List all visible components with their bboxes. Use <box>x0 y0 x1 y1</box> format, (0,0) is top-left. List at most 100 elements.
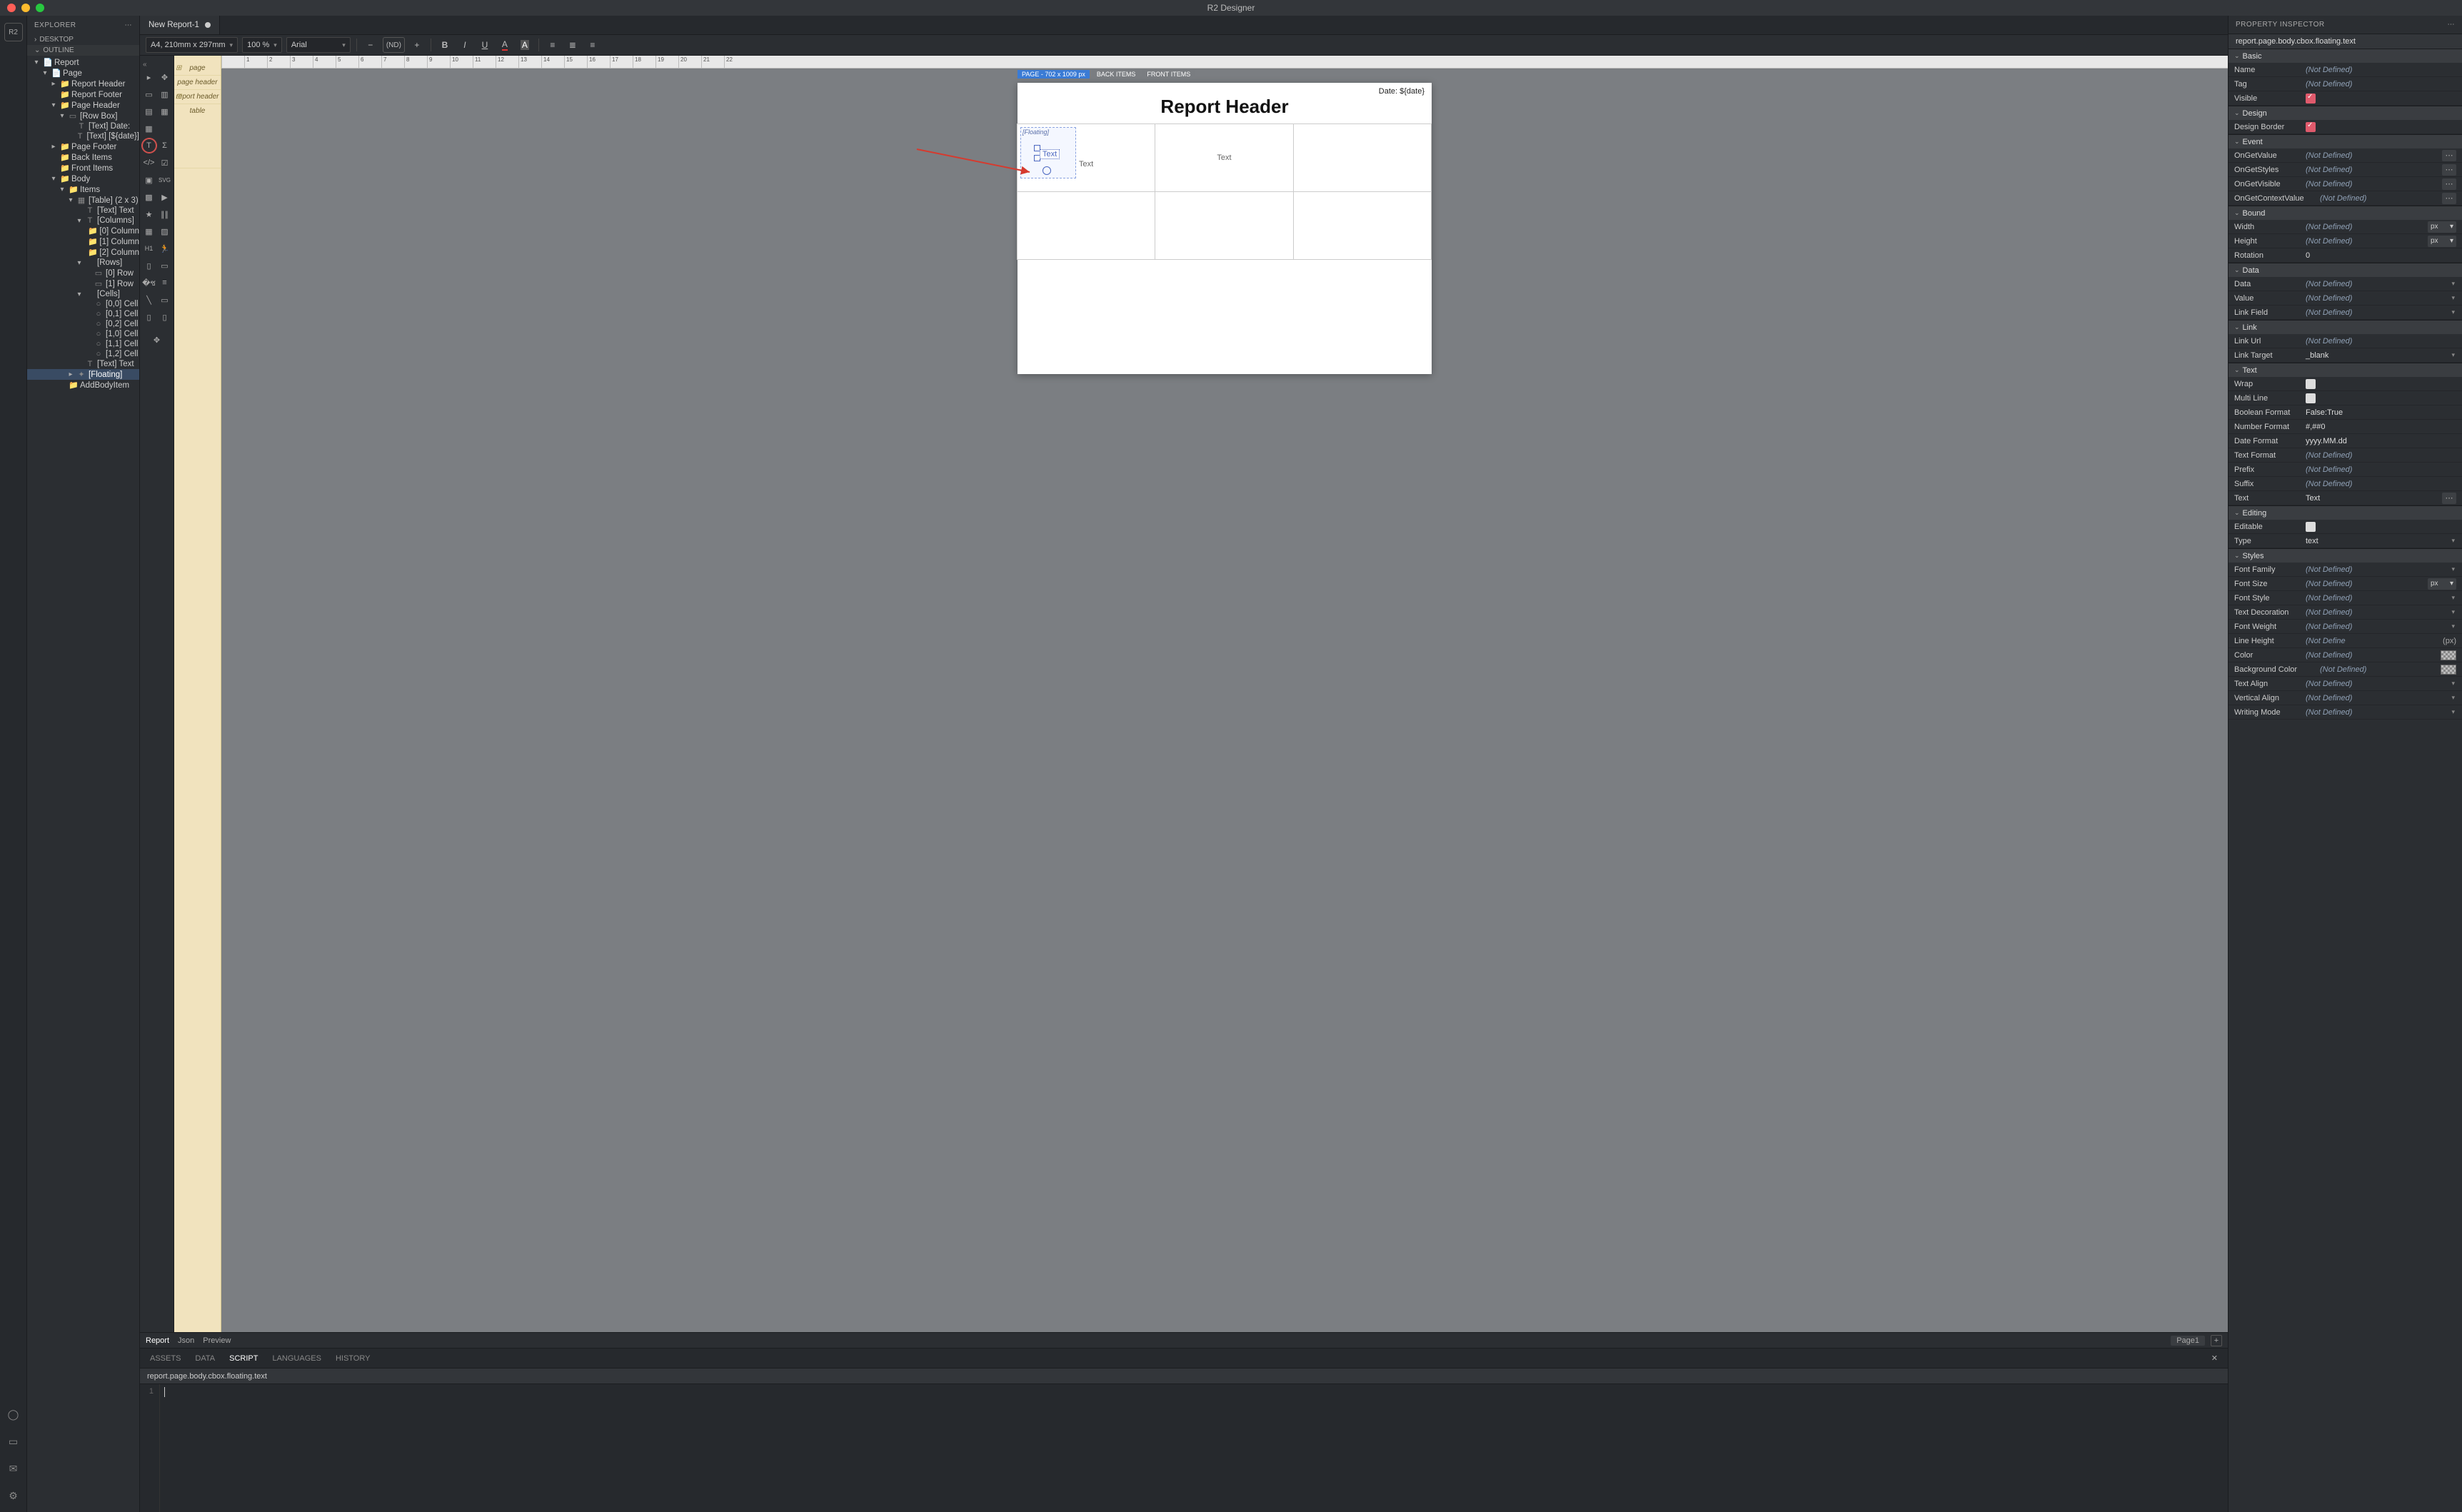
app-icon[interactable]: R2 <box>4 23 23 41</box>
tree-node[interactable]: ▾📁Body <box>27 173 139 184</box>
rotate-handle-icon[interactable] <box>1042 166 1051 175</box>
tree-node[interactable]: ▾▭[Row Box] <box>27 111 139 121</box>
tree-node[interactable]: ▾▦[Table] (2 x 3) <box>27 195 139 206</box>
tree-node[interactable]: ▾📄Page <box>27 68 139 79</box>
date-text[interactable]: Date: ${date} <box>1379 87 1425 96</box>
svg-tool-icon[interactable]: SVG <box>158 173 172 187</box>
qr-tool-icon[interactable]: ▩ <box>142 190 156 204</box>
group-design[interactable]: ⌄Design <box>2229 106 2462 120</box>
struct-page-header[interactable]: page header <box>174 76 221 90</box>
front-items-chip[interactable]: FRONT ITEMS <box>1142 70 1195 79</box>
video-tool-icon[interactable]: ▶ <box>158 190 172 204</box>
prop-name-value[interactable]: (Not Defined) <box>2306 66 2456 74</box>
group-bound[interactable]: ⌄Bound <box>2229 206 2462 220</box>
tree-node[interactable]: T[Text] Text <box>27 359 139 369</box>
explorer-outline-section[interactable]: ⌄OUTLINE <box>27 45 139 56</box>
page[interactable]: PAGE - 702 x 1009 px BACK ITEMS FRONT IT… <box>1018 83 1432 374</box>
tree-node[interactable]: 📁[1] Column <box>27 236 139 247</box>
pointer-tool-icon[interactable]: ▸ <box>142 70 156 84</box>
palette-collapse-icon[interactable]: « <box>140 59 174 70</box>
tab-history[interactable]: HISTORY <box>336 1354 371 1363</box>
chat-icon[interactable]: ✉ <box>6 1461 21 1476</box>
cell-0-0[interactable]: [Floating] Text Text <box>1017 124 1155 192</box>
prop-linkfield-select[interactable]: (Not Defined)▾ <box>2306 308 2456 317</box>
tab-assets[interactable]: ASSETS <box>150 1354 181 1363</box>
color-swatch[interactable] <box>2441 665 2456 675</box>
tree-node[interactable]: ▭[0] Row <box>27 268 139 278</box>
tree-node[interactable]: T[Text] Date: <box>27 121 139 131</box>
struct-report-header[interactable]: ⊞report header <box>174 90 221 104</box>
group-basic[interactable]: ⌄Basic <box>2229 49 2462 63</box>
color-swatch[interactable] <box>2441 650 2456 660</box>
tab-json[interactable]: Json <box>178 1336 194 1345</box>
nd-button[interactable]: (ND) <box>383 37 405 53</box>
more-icon[interactable]: ⋯ <box>2442 164 2456 176</box>
cell-text[interactable]: Text <box>1079 160 1093 168</box>
prop-type-select[interactable]: text▾ <box>2306 537 2456 545</box>
tab-data[interactable]: DATA <box>195 1354 215 1363</box>
cell-0-2[interactable] <box>1293 124 1432 192</box>
line-tool-icon[interactable]: ╲ <box>142 293 156 307</box>
split-tool-icon[interactable]: ▥ <box>158 87 172 101</box>
tab-preview[interactable]: Preview <box>203 1336 231 1345</box>
more-icon[interactable]: ⋯ <box>2442 493 2456 504</box>
maximize-window-icon[interactable] <box>36 4 44 12</box>
tree-node[interactable]: ○[1,1] Cell <box>27 339 139 349</box>
prop-data-select[interactable]: (Not Defined)▾ <box>2306 280 2456 288</box>
back-items-chip[interactable]: BACK ITEMS <box>1092 70 1140 79</box>
h1-tool-icon[interactable]: H1 <box>142 241 156 256</box>
report-header-text[interactable]: Report Header <box>1018 83 1432 124</box>
screen-icon[interactable]: ▭ <box>6 1433 21 1449</box>
chart-tool-icon[interactable]: �ช <box>142 276 156 290</box>
prop-tag-value[interactable]: (Not Defined) <box>2306 80 2456 89</box>
group-data[interactable]: ⌄Data <box>2229 263 2462 277</box>
page1-tab[interactable]: Page1 <box>2171 1336 2205 1346</box>
list-tool-icon[interactable]: ≡ <box>158 276 172 290</box>
prop-multiline-checkbox[interactable] <box>2306 393 2316 403</box>
tree-node[interactable]: ▾📄Report <box>27 57 139 68</box>
prop-visible-checkbox[interactable] <box>2306 94 2316 104</box>
minus-button[interactable]: − <box>363 37 378 53</box>
zoom-select[interactable]: 100 %▾ <box>242 37 282 53</box>
more-icon[interactable]: ⋯ <box>2442 193 2456 204</box>
tree-node[interactable]: ○[0,0] Cell <box>27 299 139 309</box>
run-tool-icon[interactable]: 🏃 <box>158 241 172 256</box>
struct-table[interactable]: table <box>174 104 221 168</box>
floating-text[interactable]: Text <box>1040 149 1060 159</box>
code-tool-icon[interactable]: </> <box>142 156 156 170</box>
plus-button[interactable]: + <box>409 37 425 53</box>
text-color-button[interactable]: A <box>497 37 513 53</box>
text-tool-icon[interactable]: T <box>142 138 156 153</box>
page-tool-icon[interactable]: ▯ <box>142 258 156 273</box>
tree-node[interactable]: 📁AddBodyItem <box>27 380 139 390</box>
prop-value-select[interactable]: (Not Defined)▾ <box>2306 294 2456 303</box>
group-text[interactable]: ⌄Text <box>2229 363 2462 377</box>
italic-button[interactable]: I <box>457 37 473 53</box>
group-event[interactable]: ⌄Event <box>2229 134 2462 148</box>
tree-node[interactable]: ○[0,2] Cell <box>27 319 139 329</box>
star-tool-icon[interactable]: ★ <box>142 207 156 221</box>
tab-languages[interactable]: LANGUAGES <box>272 1354 321 1363</box>
tab-report[interactable]: Report <box>146 1336 169 1345</box>
doc-tool-icon[interactable]: ▯ <box>142 310 156 324</box>
tree-node[interactable]: ○[1,0] Cell <box>27 329 139 339</box>
tree-node[interactable]: ▸📁Report Header <box>27 79 139 89</box>
close-panel-icon[interactable]: ✕ <box>2211 1354 2218 1363</box>
cell-text[interactable]: Text <box>1217 153 1231 162</box>
inspector-more-icon[interactable]: ⋯ <box>2448 21 2456 29</box>
unit-select[interactable]: px▾ <box>2428 221 2456 233</box>
tree-node[interactable]: 📁Back Items <box>27 152 139 163</box>
cell-1-0[interactable] <box>1017 191 1155 260</box>
rect-tool-icon[interactable]: ▭ <box>158 293 172 307</box>
user-icon[interactable]: ◯ <box>6 1406 21 1422</box>
canvas[interactable]: 12345678910111213141516171819202122 PAGE… <box>221 56 2228 1332</box>
doc2-tool-icon[interactable]: ▯ <box>158 310 172 324</box>
bold-button[interactable]: B <box>437 37 453 53</box>
group-link[interactable]: ⌄Link <box>2229 320 2462 334</box>
move-tool-icon[interactable]: ✥ <box>158 70 172 84</box>
row-tool-icon[interactable]: ▤ <box>142 104 156 119</box>
group-editing[interactable]: ⌄Editing <box>2229 505 2462 520</box>
minimize-window-icon[interactable] <box>21 4 30 12</box>
tree-node[interactable]: ▸📁Page Footer <box>27 141 139 152</box>
shade-tool-icon[interactable]: ▨ <box>158 224 172 238</box>
